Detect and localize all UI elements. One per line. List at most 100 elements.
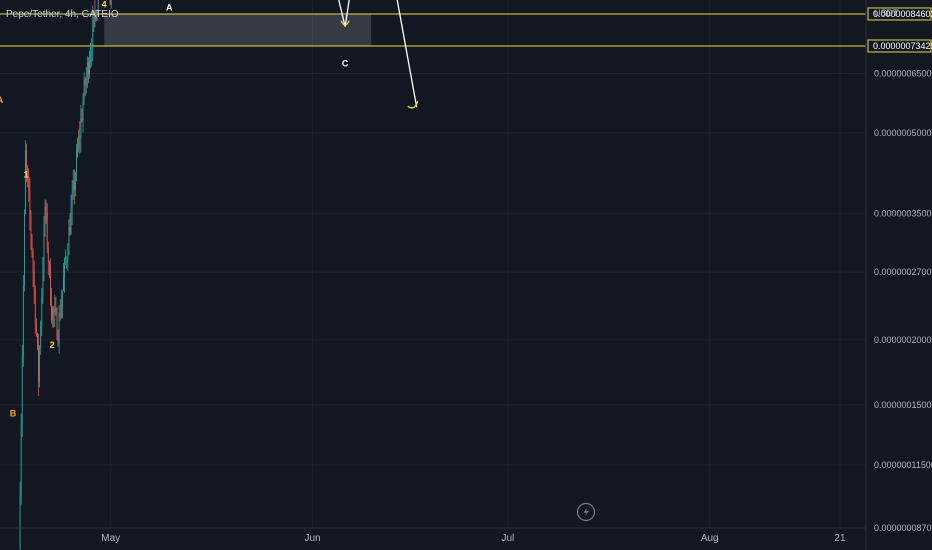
candle-body [42, 270, 44, 297]
candle-body [39, 347, 41, 381]
candle-body [63, 277, 64, 291]
candle-body [70, 208, 72, 234]
candle-body [86, 61, 88, 76]
candle-body [28, 178, 30, 192]
candle-body [56, 311, 58, 340]
level-2-tag-text: 0.00000073429 [873, 41, 932, 51]
candle-body [50, 264, 51, 304]
candle-body [48, 262, 50, 265]
candle-body [77, 149, 78, 153]
candle-body [80, 118, 82, 138]
candle-body [46, 212, 48, 248]
time-tick-label: 21 [834, 533, 846, 544]
candle-body [31, 236, 33, 253]
wave-label: A [166, 2, 173, 12]
candle-body [33, 271, 35, 290]
candle-body [89, 61, 90, 75]
candle-body [19, 495, 21, 547]
price-tick-label: 0.00000050000 [874, 128, 932, 138]
candle-body [51, 303, 52, 321]
candle-body [82, 101, 84, 121]
wave-label: 2 [50, 340, 55, 350]
candle-body [79, 136, 81, 138]
candle-body [37, 333, 38, 345]
time-axis[interactable]: May Jun Jul Aug 21 [0, 527, 866, 544]
candle-body [69, 226, 71, 234]
candle-body [47, 247, 49, 263]
price-tick-label: 0.00000020000 [874, 335, 932, 345]
candle-body [67, 254, 69, 260]
wave-label: 1 [24, 170, 29, 180]
candle-body [26, 151, 27, 167]
chart-canvas[interactable]: C52B31345ACA12B 0.000008000000.000006000… [0, 0, 932, 550]
candle-body [64, 260, 65, 278]
candle-body [73, 181, 75, 190]
wave-labels: C52B31345ACA12B [0, 0, 349, 418]
candle-body [76, 152, 77, 176]
time-tick-label: Jun [304, 533, 320, 544]
time-tick-label: Jul [501, 533, 514, 544]
symbol-title[interactable]: Pepe/Tether, 4h, GATEIO [6, 9, 119, 20]
candle-body [45, 206, 47, 213]
candle-body [91, 49, 93, 54]
candle-body [59, 312, 61, 317]
candle-body [24, 213, 25, 286]
candle-body [32, 252, 34, 272]
candle-body [81, 118, 83, 121]
wave-label: B [10, 408, 17, 418]
candle-body [60, 303, 62, 317]
price-tick-label: 0.00000035000 [874, 208, 932, 218]
candle-body [110, 0, 112, 6]
candle-body [22, 285, 24, 357]
candle-body [71, 193, 73, 209]
candle-body [92, 19, 94, 50]
candle-body [66, 259, 68, 261]
candle-body [44, 206, 46, 226]
price-tick-label: 0.00000015000 [874, 400, 932, 410]
candle-body [85, 75, 87, 86]
candle-body [57, 339, 59, 343]
candle-body [65, 259, 67, 261]
candle-body [34, 289, 36, 325]
candle-body [84, 79, 86, 86]
support-zone [104, 13, 372, 46]
replay-icon[interactable] [576, 502, 596, 522]
candle-body [68, 226, 70, 255]
candle-body [20, 424, 22, 496]
candle-body [75, 175, 76, 190]
wave-label: A [0, 95, 4, 105]
candles [19, 0, 112, 550]
candle-body [54, 308, 56, 313]
candle-body [40, 326, 42, 348]
candle-body [61, 290, 63, 304]
candle-body [21, 356, 23, 425]
candle-body [58, 312, 60, 343]
price-tick-label: 0.00000008700 [874, 523, 932, 533]
candle-body [38, 344, 39, 381]
candle-body [52, 308, 54, 321]
wave-label: C [342, 59, 349, 69]
candle-body [30, 215, 32, 237]
candle-body [83, 79, 85, 102]
candle-body [90, 53, 92, 62]
candle-body [53, 308, 55, 313]
candle-body [25, 151, 26, 214]
price-tick-label: 0.00000011500 [874, 460, 932, 470]
candle-body [72, 181, 74, 194]
candle-body [43, 225, 45, 271]
candle-body [109, 0, 111, 6]
candle-body [29, 191, 31, 216]
price-tick-label: 0.00000027000 [874, 267, 932, 277]
time-tick-label: Aug [701, 533, 719, 544]
price-tick-label: 0.00000065000 [874, 69, 932, 79]
grid [0, 0, 866, 529]
time-tick-label: May [101, 533, 120, 544]
candle-body [78, 136, 80, 150]
candle-body [55, 308, 57, 312]
price-axis[interactable]: 0.000008000000.000006000000.000003000000… [848, 0, 932, 550]
horizontal-levels [0, 13, 866, 47]
candle-body [88, 61, 89, 75]
currency-label: USDT [874, 8, 899, 18]
candle-body [35, 324, 37, 334]
candle-body [41, 296, 43, 327]
